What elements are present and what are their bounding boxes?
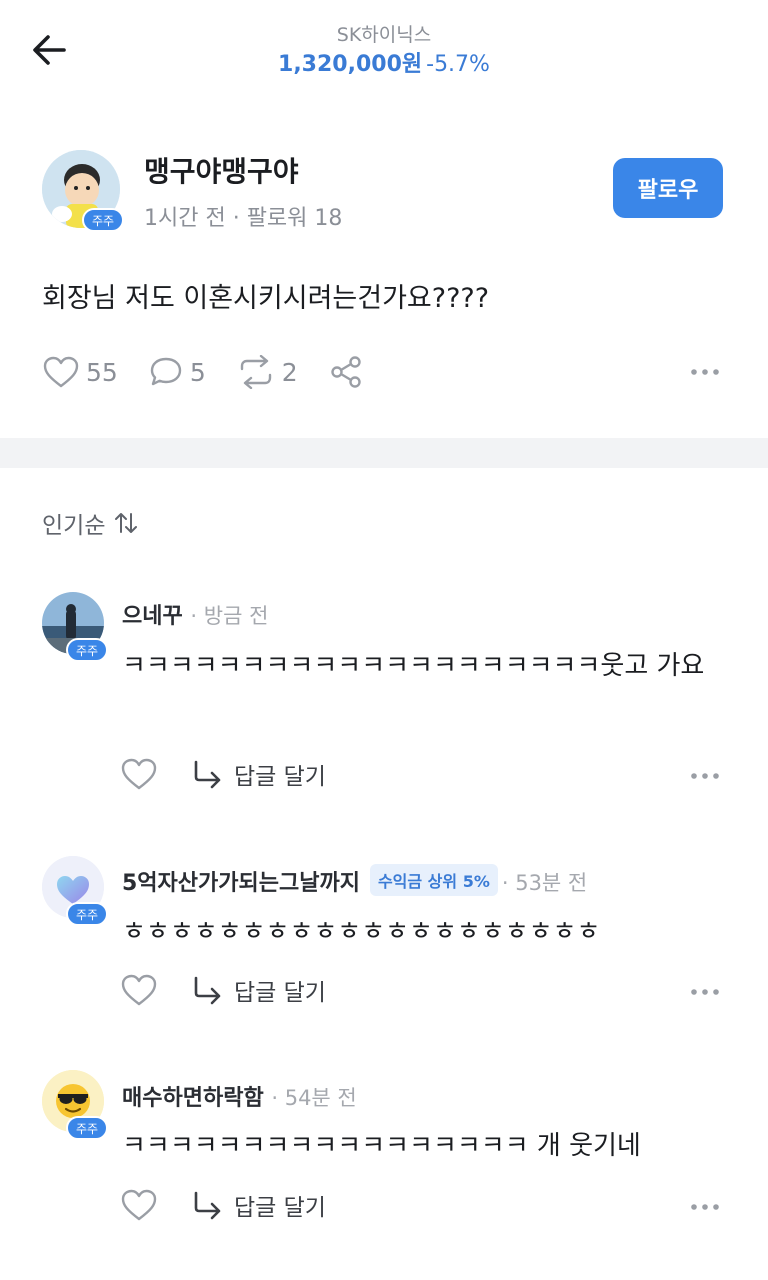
reply-label: 답글 달기 [234, 980, 326, 1006]
section-divider [0, 438, 768, 468]
reply-label: 답글 달기 [234, 764, 326, 790]
comment-count: 5 [189, 357, 206, 387]
share-icon [330, 356, 361, 388]
reply-button[interactable]: 답글 달기 [192, 1188, 326, 1222]
comment-avatar[interactable]: 주주 [42, 856, 109, 926]
comment-time: · 53분 전 [501, 871, 588, 895]
comment-author-name[interactable]: 으네꾸 [122, 604, 183, 629]
reply-arrow-icon [194, 1191, 221, 1220]
heart-icon [121, 974, 157, 1006]
heart-icon [121, 1189, 157, 1221]
comment-author-line: 매수하면하락함 · 54분 전 [122, 1080, 357, 1112]
reply-button[interactable]: 답글 달기 [192, 757, 326, 791]
stock-price: 1,320,000원 [278, 52, 423, 77]
post-meta: 1시간 전 · 팔로워 18 [144, 206, 343, 231]
comment-text: ㅋㅋㅋㅋㅋㅋㅋㅋㅋㅋㅋㅋㅋㅋㅋㅋㅋㅋㅋㅋ웃고 가요 [122, 651, 705, 681]
reply-arrow-icon [194, 760, 221, 789]
comment-more-button[interactable] [688, 764, 722, 792]
comment-author-name[interactable]: 매수하면하락함 [122, 1086, 264, 1111]
repost-icon [240, 355, 271, 389]
heart-icon [121, 758, 157, 790]
like-count: 55 [86, 357, 118, 387]
shareholder-badge: 주주 [66, 638, 109, 662]
more-icon [691, 369, 719, 375]
shareholder-badge: 주주 [66, 1116, 109, 1140]
comment-more-button[interactable] [688, 1195, 722, 1223]
sort-label: 인기순 [42, 513, 106, 539]
stock-change: -5.7% [426, 52, 490, 77]
reply-arrow-icon [194, 976, 221, 1005]
shareholder-badge: 주주 [66, 902, 109, 926]
stock-name[interactable]: SK하이닉스 [0, 20, 768, 47]
post-body: 회장님 저도 이혼시키시려는건가요???? [42, 283, 490, 314]
like-button[interactable]: 55 [42, 355, 118, 389]
rank-badge: 수익금 상위 5% [369, 864, 498, 896]
sort-toggle[interactable]: 인기순 [42, 506, 139, 540]
repost-count: 2 [281, 357, 298, 387]
header: SK하이닉스 1,320,000원 -5.7% [0, 0, 768, 100]
follow-button[interactable]: 팔로우 [613, 158, 723, 218]
comment-button[interactable]: 5 [148, 355, 206, 389]
comment-more-button[interactable] [688, 980, 722, 1008]
reply-label: 답글 달기 [234, 1195, 326, 1221]
heart-icon [43, 356, 79, 388]
post-author-name[interactable]: 맹구야맹구야 [144, 150, 299, 190]
comment-time: · 54분 전 [271, 1086, 357, 1110]
sort-icon [115, 513, 138, 533]
comment-like-button[interactable] [120, 757, 158, 795]
more-icon [691, 989, 719, 995]
comment-author-name[interactable]: 5억자산가가되는그날까지 [122, 871, 360, 896]
comment-avatar[interactable]: 주주 [42, 1070, 109, 1140]
reply-button[interactable]: 답글 달기 [192, 973, 326, 1007]
comment-like-button[interactable] [120, 973, 158, 1011]
comment-avatar[interactable]: 주주 [42, 592, 109, 662]
post-author-avatar[interactable]: 주주 [42, 150, 125, 232]
comment-like-button[interactable] [120, 1188, 158, 1226]
repost-button[interactable]: 2 [236, 355, 298, 389]
share-button[interactable] [328, 354, 370, 390]
post-actions: 55 5 2 [42, 352, 400, 392]
comment-text: ㅋㅋㅋㅋㅋㅋㅋㅋㅋㅋㅋㅋㅋㅋㅋㅋㅋ 개 웃기네 [122, 1131, 641, 1161]
post-more-button[interactable] [688, 360, 722, 388]
shareholder-badge: 주주 [82, 208, 125, 232]
comment-text: ㅎㅎㅎㅎㅎㅎㅎㅎㅎㅎㅎㅎㅎㅎㅎㅎㅎㅎㅎㅎ [122, 917, 601, 947]
comment-author-line: 5억자산가가되는그날까지 수익금 상위 5% · 53분 전 [122, 864, 587, 897]
stock-price-line: 1,320,000원 -5.7% [0, 46, 768, 78]
comment-author-line: 으네꾸 · 방금 전 [122, 598, 268, 630]
comment-icon [150, 357, 182, 386]
more-icon [691, 773, 719, 779]
comment-time: · 방금 전 [190, 604, 269, 628]
more-icon [691, 1204, 719, 1210]
